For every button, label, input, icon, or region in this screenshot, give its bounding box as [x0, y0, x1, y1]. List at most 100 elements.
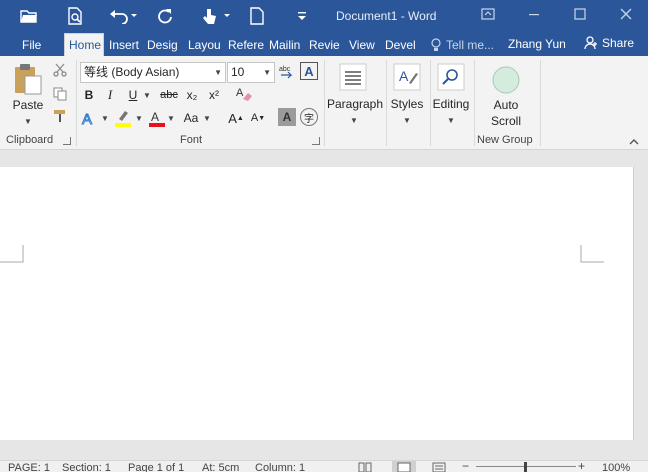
clipboard-launcher-icon[interactable] [63, 137, 71, 145]
tab-design[interactable]: Desig [147, 34, 183, 56]
underline-button[interactable]: U [124, 86, 142, 104]
user-name[interactable]: Zhang Yun [508, 37, 566, 51]
bold-button[interactable]: B [80, 86, 98, 104]
status-section[interactable]: Section: 1 [62, 462, 111, 472]
paste-button[interactable] [12, 62, 44, 96]
tab-developer[interactable]: Devel [385, 34, 418, 56]
highlight-dropdown-icon[interactable]: ▼ [134, 112, 144, 124]
collapse-ribbon-icon[interactable] [628, 136, 640, 146]
tell-me-placeholder: Tell me... [446, 38, 495, 52]
status-page[interactable]: PAGE: 1 [8, 462, 50, 472]
svg-text:A: A [82, 111, 92, 127]
styles-dropdown-icon[interactable]: ▼ [402, 114, 412, 126]
tab-home[interactable]: Home [64, 33, 104, 56]
font-group-label: Font [180, 134, 203, 146]
new-document-icon[interactable] [248, 4, 266, 28]
font-name-dropdown-icon[interactable]: ▼ [214, 63, 222, 82]
web-layout-icon[interactable] [432, 461, 448, 472]
auto-scroll-button[interactable] [492, 66, 520, 94]
open-folder-icon[interactable] [18, 4, 40, 28]
font-size-dropdown-icon[interactable]: ▼ [263, 63, 271, 82]
print-preview-icon[interactable] [64, 4, 86, 28]
font-name-combo[interactable]: 等线 (Body Asian) ▼ [80, 62, 226, 83]
zoom-level[interactable]: 100% [602, 462, 630, 472]
change-case-button[interactable]: Aa [180, 109, 202, 127]
tab-insert[interactable]: Insert [109, 34, 144, 56]
editing-dropdown-icon[interactable]: ▼ [446, 114, 456, 126]
italic-button[interactable]: I [101, 86, 119, 104]
font-color-icon[interactable]: A [148, 108, 166, 128]
tab-file[interactable]: File [22, 34, 41, 56]
format-painter-icon[interactable] [52, 108, 68, 124]
tab-review[interactable]: Revie [309, 34, 342, 56]
read-mode-icon[interactable] [358, 461, 374, 472]
customize-qat-icon[interactable] [294, 4, 310, 28]
crop-mark-left [0, 245, 24, 263]
group-separator [540, 60, 541, 146]
share-button[interactable]: Share [584, 36, 634, 50]
text-effects-dropdown-icon[interactable]: ▼ [100, 112, 110, 124]
lightbulb-icon [431, 38, 441, 51]
paragraph-button[interactable] [338, 62, 368, 92]
character-border-icon[interactable]: A [300, 62, 318, 80]
editing-label: Editing [432, 97, 470, 111]
new-group-label: New Group [477, 134, 533, 146]
copy-icon[interactable] [52, 86, 68, 102]
status-page-of[interactable]: Page 1 of 1 [128, 462, 184, 472]
svg-text:A: A [399, 68, 409, 84]
change-case-dropdown-icon[interactable]: ▼ [202, 112, 212, 124]
status-bar: PAGE: 1 Section: 1 Page 1 of 1 At: 5cm C… [0, 460, 648, 472]
group-separator [76, 60, 77, 146]
tab-mailings[interactable]: Mailin [269, 34, 301, 56]
ribbon-display-options-icon[interactable] [480, 6, 496, 22]
auto-scroll-label-line2: Scroll [490, 114, 521, 128]
maximize-icon[interactable] [572, 6, 588, 22]
undo-icon[interactable] [108, 4, 140, 28]
tab-references[interactable]: Refere [228, 34, 264, 56]
font-size-combo[interactable]: 10 ▼ [227, 62, 275, 83]
paragraph-lines-icon [339, 63, 367, 91]
group-separator [474, 60, 475, 146]
enclose-characters-button[interactable]: 字 [300, 108, 318, 126]
editing-button[interactable] [436, 62, 466, 92]
redo-icon[interactable] [154, 4, 176, 28]
tab-layout[interactable]: Layou [188, 34, 224, 56]
document-page[interactable] [0, 167, 634, 440]
find-magnifier-icon [437, 63, 465, 91]
minimize-icon[interactable] [526, 6, 542, 22]
ribbon-tab-row: File Home Insert Desig Layou Refere Mail… [0, 32, 648, 56]
zoom-in-icon[interactable]: + [578, 460, 590, 472]
change-case-abc-icon[interactable]: abc [278, 62, 296, 82]
print-layout-icon[interactable] [392, 461, 416, 472]
tell-me-box[interactable]: Tell me... [430, 36, 494, 54]
paragraph-dropdown-icon[interactable]: ▼ [349, 114, 359, 126]
clear-formatting-icon[interactable]: A [234, 84, 254, 104]
font-launcher-icon[interactable] [312, 137, 320, 145]
underline-dropdown-icon[interactable]: ▼ [142, 89, 152, 101]
strikethrough-button[interactable]: abc [158, 86, 180, 104]
zoom-out-icon[interactable]: − [462, 460, 474, 472]
shrink-font-letter: A [250, 112, 259, 124]
clipboard-paste-icon [15, 64, 42, 95]
highlight-color-icon[interactable] [114, 108, 132, 128]
shrink-font-icon[interactable]: A ▼ [248, 108, 268, 128]
tab-view[interactable]: View [349, 34, 379, 56]
text-effects-icon[interactable]: A [80, 108, 98, 128]
status-at[interactable]: At: 5cm [202, 462, 239, 472]
status-column[interactable]: Column: 1 [255, 462, 305, 472]
svg-text:abc: abc [279, 66, 291, 73]
styles-button[interactable]: A [392, 62, 422, 92]
zoom-slider-thumb[interactable] [524, 462, 527, 472]
vertical-scrollbar[interactable] [634, 150, 648, 460]
crop-mark-right [580, 245, 604, 263]
paste-dropdown-icon[interactable]: ▼ [22, 116, 34, 126]
subscript-button[interactable]: x₂ [182, 86, 202, 104]
character-shading-button[interactable]: A [278, 108, 296, 126]
close-icon[interactable] [618, 6, 634, 22]
superscript-button[interactable]: x² [204, 86, 224, 104]
touch-mode-icon[interactable] [200, 4, 234, 28]
title-bar: Document1 - Word [0, 0, 648, 32]
grow-font-icon[interactable]: A ▲ [226, 108, 246, 128]
cut-icon[interactable] [52, 62, 68, 78]
font-color-dropdown-icon[interactable]: ▼ [166, 112, 176, 124]
